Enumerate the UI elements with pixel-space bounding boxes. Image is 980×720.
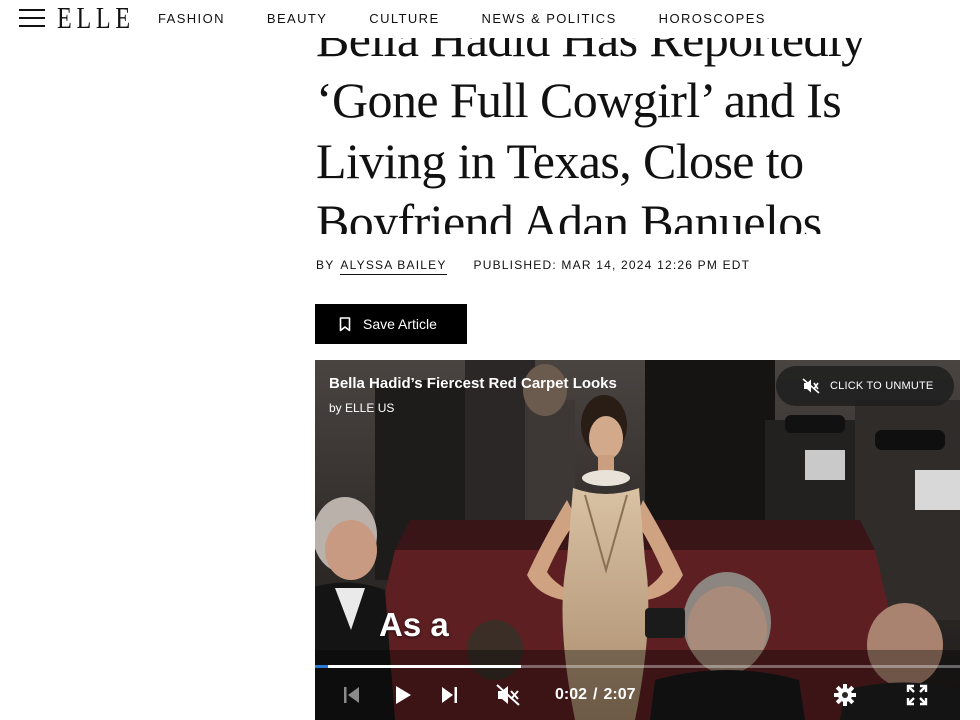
video-source: by ELLE US [329,401,395,415]
elle-logo[interactable]: ELLE [57,1,135,35]
headline-line: Living in Texas, Close to [316,133,804,189]
video-title: Bella Hadid’s Fiercest Red Carpet Looks [329,375,617,392]
main-nav: FASHION BEAUTY CULTURE NEWS & POLITICS H… [158,11,808,26]
byline: BY ALYSSA BAILEY PUBLISHED: MAR 14, 2024… [316,258,750,275]
nav-beauty[interactable]: BEAUTY [267,11,327,26]
video-caption: As a [379,606,449,643]
published-date: PUBLISHED: MAR 14, 2024 12:26 PM EDT [473,258,751,272]
nav-fashion[interactable]: FASHION [158,11,225,26]
site-header: ELLE FASHION BEAUTY CULTURE NEWS & POLIT… [0,0,980,38]
click-to-unmute-label: CLICK TO UNMUTE [830,380,934,392]
article-headline: Bella Hadid Has Reportedly ‘Gone Full Co… [316,38,956,234]
headline-line: Boyfriend Adan Banuelos [316,194,822,234]
video-player[interactable]: Bella Hadid’s Fiercest Red Carpet Looks … [315,360,960,720]
click-to-unmute-button[interactable]: CLICK TO UNMUTE [776,366,954,406]
duration: 2:07 [603,686,636,703]
time-separator: / [593,686,598,703]
settings-gear-icon[interactable] [833,683,857,707]
byline-prefix: BY [316,258,335,272]
video-time: 0:02 / 2:07 [555,686,636,704]
video-controls: 0:02 / 2:07 [315,668,960,720]
headline-line: ‘Gone Full Cowgirl’ and Is [316,72,842,128]
fullscreen-icon[interactable] [905,683,929,707]
nav-horoscopes[interactable]: HOROSCOPES [659,11,766,26]
menu-icon[interactable] [19,7,45,29]
save-article-button[interactable]: Save Article [315,304,467,344]
muted-speaker-icon [802,378,820,394]
nav-culture[interactable]: CULTURE [369,11,439,26]
nav-news-politics[interactable]: NEWS & POLITICS [482,11,617,26]
bookmark-icon [339,316,351,331]
headline-container: Bella Hadid Has Reportedly ‘Gone Full Co… [316,38,956,234]
author-link[interactable]: ALYSSA BAILEY [340,258,447,275]
current-time: 0:02 [555,686,588,703]
save-article-label: Save Article [363,316,437,332]
mute-icon[interactable] [495,683,521,707]
play-icon[interactable] [392,684,414,706]
next-icon[interactable] [439,685,459,705]
headline-line: Bella Hadid Has Reportedly [316,38,866,67]
previous-icon[interactable] [342,685,362,705]
